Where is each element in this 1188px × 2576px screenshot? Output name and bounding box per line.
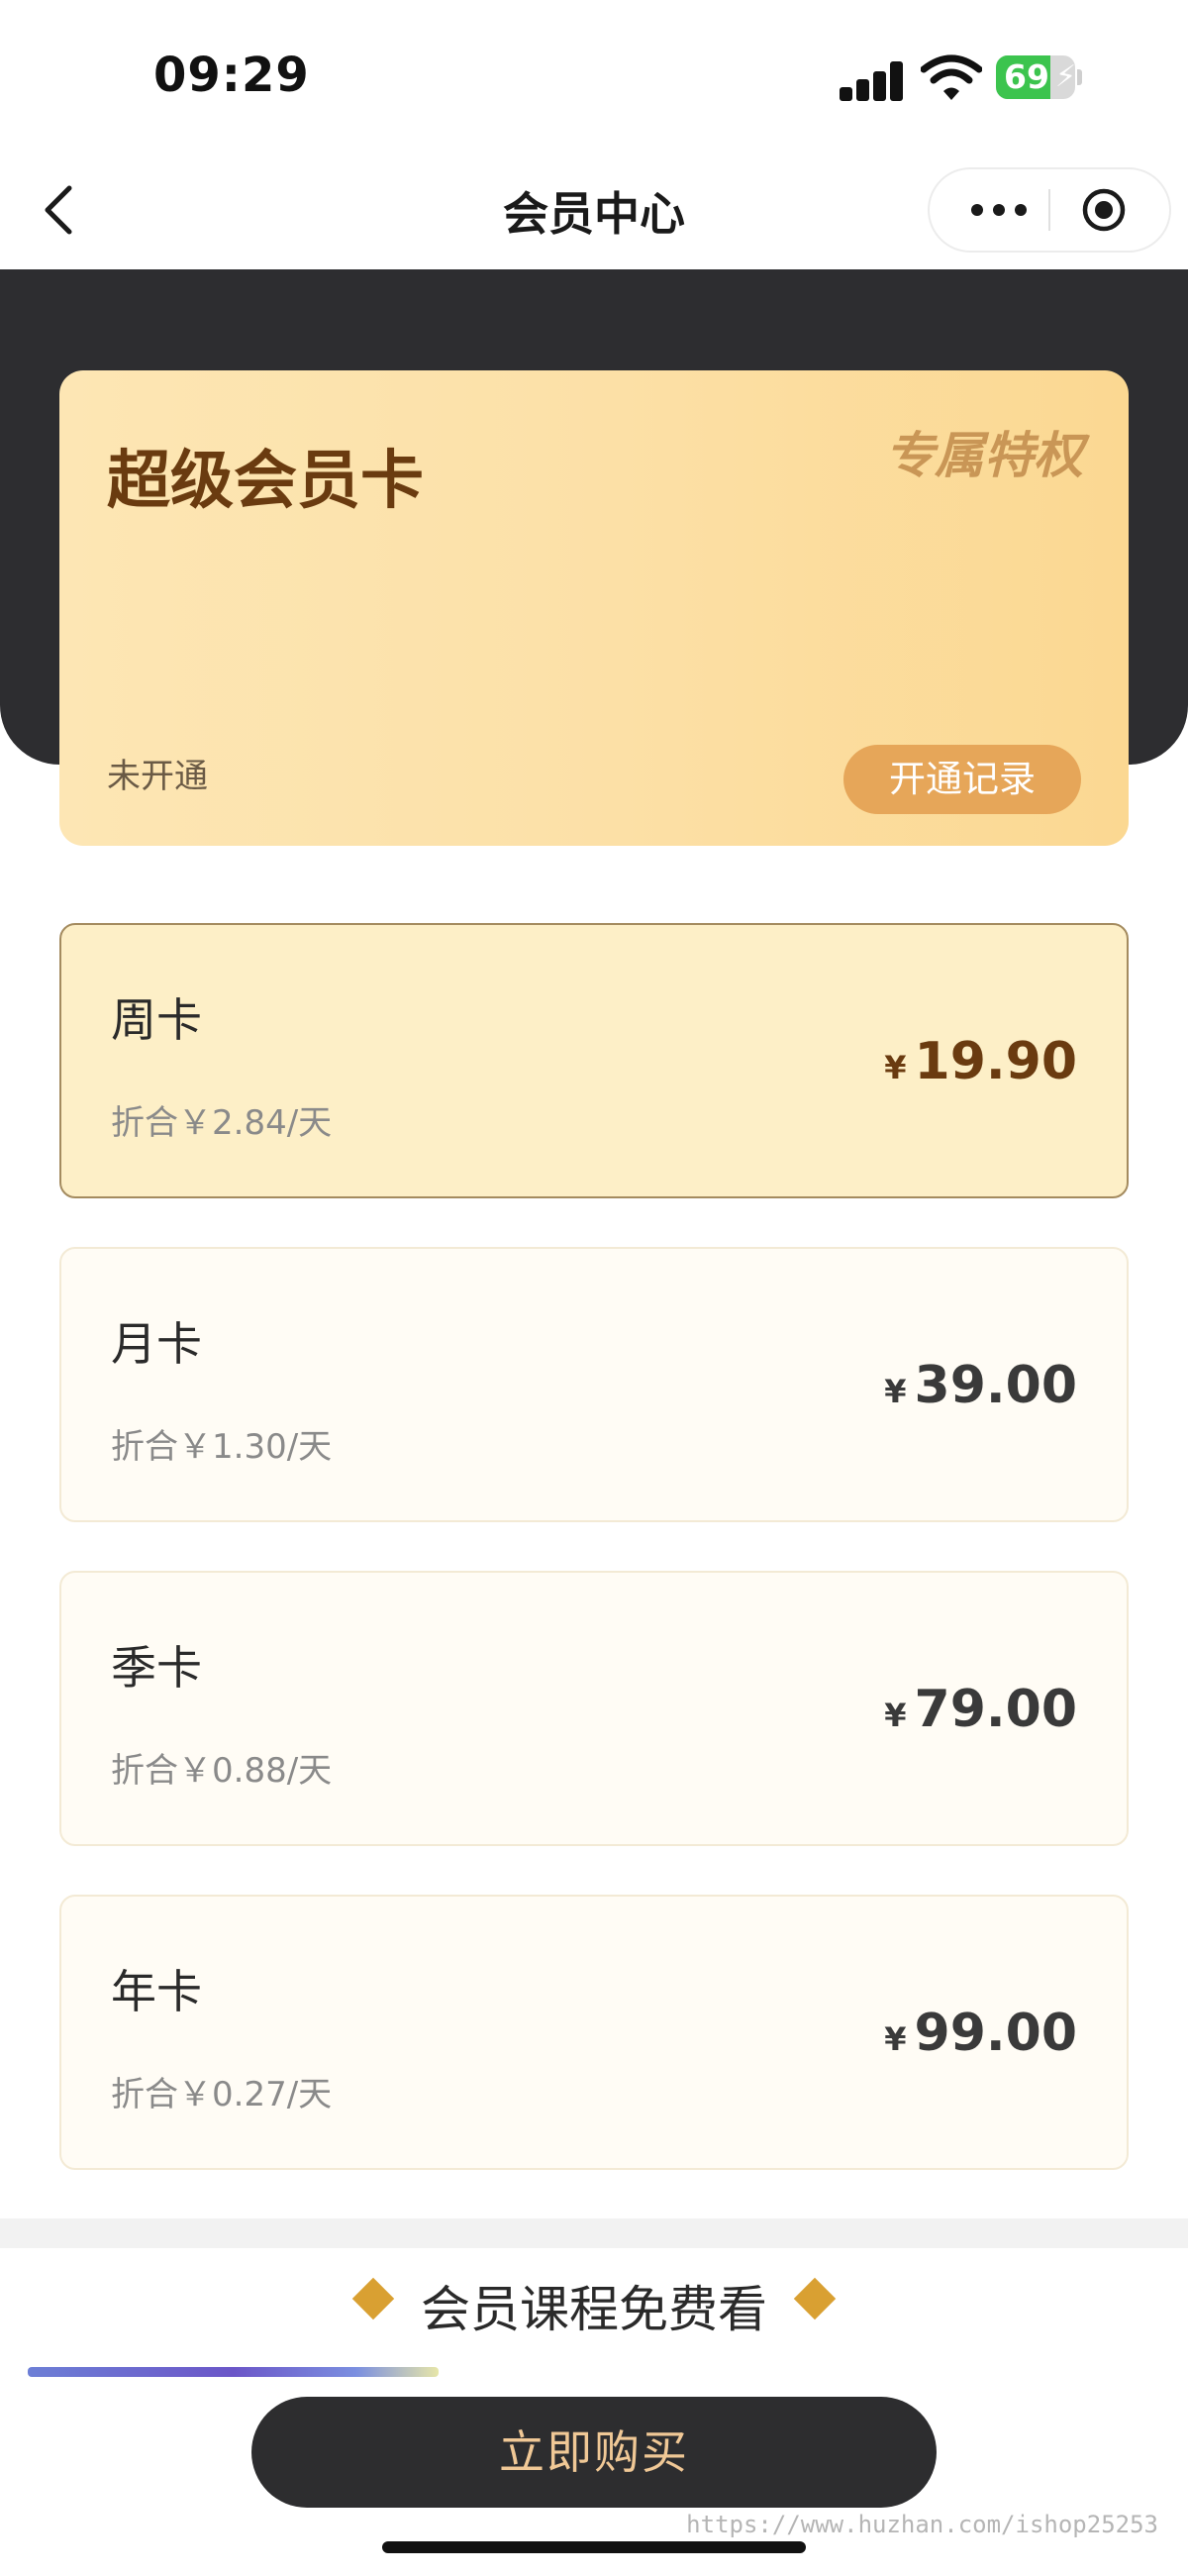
- plan-per-day-price: 折合￥0.27/天: [111, 2075, 333, 2114]
- plan-price: ¥19.90: [884, 1032, 1077, 1091]
- watermark-text: https://www.huzhan.com/ishop25253: [686, 2511, 1158, 2538]
- member-card: 超级会员卡 专属特权 未开通 开通记录: [59, 370, 1129, 846]
- plan-price-value: 39.00: [914, 1356, 1077, 1415]
- plan-card-quarterly[interactable]: 季卡 折合￥0.88/天 ¥79.00: [59, 1571, 1129, 1846]
- section-divider: [0, 2218, 1188, 2248]
- miniprogram-capsule: [930, 169, 1169, 251]
- plan-name: 月卡: [111, 1317, 202, 1371]
- battery-percent: 69: [1004, 57, 1049, 96]
- home-indicator: [382, 2541, 806, 2553]
- plan-price: ¥99.00: [884, 2004, 1077, 2063]
- battery-icon: 69 ⚡: [996, 55, 1082, 101]
- currency-symbol: ¥: [884, 1373, 907, 1410]
- plan-name: 周卡: [111, 993, 202, 1047]
- currency-symbol: ¥: [884, 1697, 907, 1734]
- plan-price-value: 79.00: [914, 1680, 1077, 1739]
- plan-per-day-price: 折合￥1.30/天: [111, 1427, 333, 1467]
- plan-per-day-price: 折合￥0.88/天: [111, 1751, 333, 1791]
- plan-price: ¥39.00: [884, 1356, 1077, 1415]
- cellular-signal-icon: [840, 59, 911, 101]
- plan-card-weekly[interactable]: 周卡 折合￥2.84/天 ¥19.90: [59, 923, 1129, 1198]
- card-title: 超级会员卡: [107, 445, 424, 518]
- membership-status: 未开通: [107, 757, 208, 796]
- buy-now-button[interactable]: 立即购买: [251, 2397, 937, 2508]
- plan-name: 年卡: [111, 1965, 202, 2018]
- capsule-divider: [1048, 189, 1050, 231]
- course-banner-peek[interactable]: [28, 2367, 439, 2377]
- plan-price-value: 19.90: [914, 1032, 1077, 1091]
- wifi-icon: [920, 53, 983, 103]
- more-options-icon[interactable]: [963, 169, 1046, 251]
- section-heading: 会员课程免费看: [421, 2281, 767, 2338]
- plan-per-day-price: 折合￥2.84/天: [111, 1103, 333, 1143]
- plan-card-yearly[interactable]: 年卡 折合￥0.27/天 ¥99.00: [59, 1895, 1129, 2170]
- plan-card-monthly[interactable]: 月卡 折合￥1.30/天 ¥39.00: [59, 1247, 1129, 1522]
- status-time: 09:29: [153, 48, 310, 103]
- plan-price-value: 99.00: [914, 2004, 1077, 2063]
- currency-symbol: ¥: [884, 2020, 907, 2058]
- currency-symbol: ¥: [884, 1049, 907, 1086]
- card-privilege-label: 专属特权: [885, 427, 1083, 484]
- activation-record-button[interactable]: 开通记录: [843, 745, 1081, 814]
- close-miniprogram-icon[interactable]: [1080, 186, 1128, 234]
- plan-price: ¥79.00: [884, 1680, 1077, 1739]
- plan-name: 季卡: [111, 1641, 202, 1695]
